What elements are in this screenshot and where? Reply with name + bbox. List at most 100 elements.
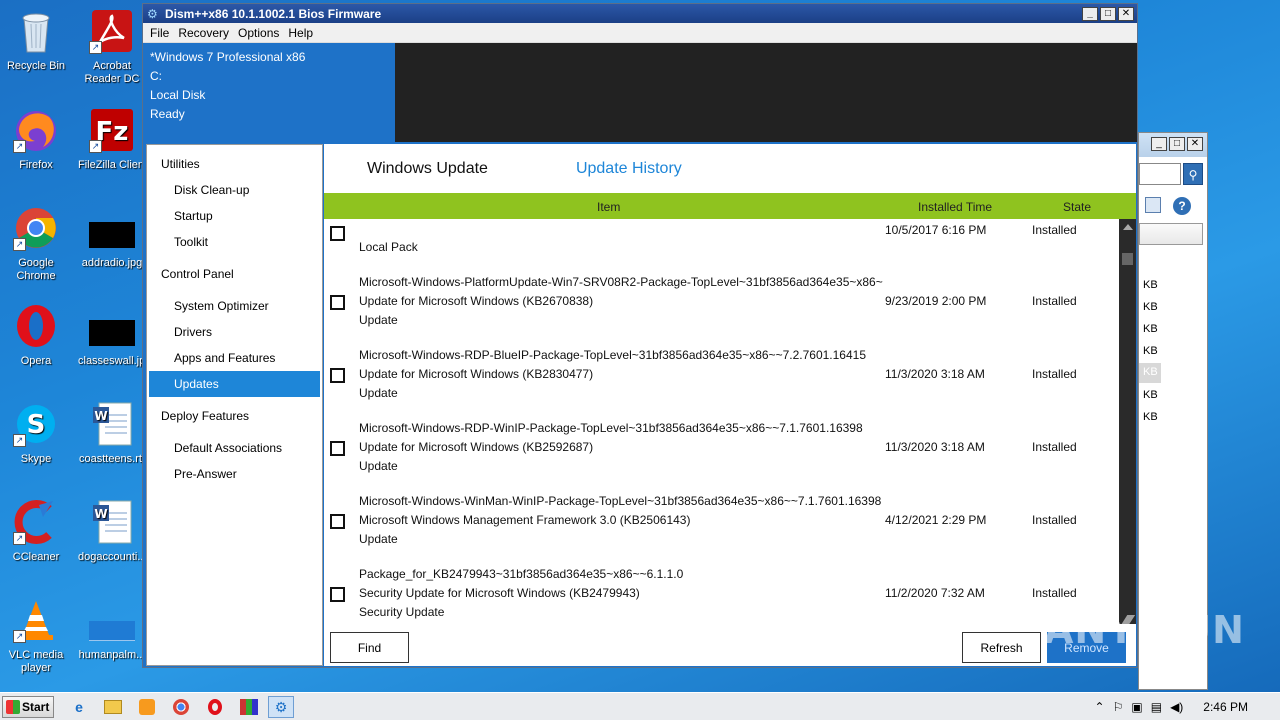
desktop-icon-firefox[interactable]: ↗ Firefox bbox=[1, 103, 71, 189]
column-header-installed-time[interactable]: Installed Time bbox=[918, 200, 992, 214]
maximize-button[interactable]: □ bbox=[1100, 6, 1116, 21]
media-player-icon[interactable] bbox=[134, 696, 160, 718]
file-size: KB bbox=[1143, 411, 1158, 423]
bg-search-input[interactable] bbox=[1139, 163, 1181, 185]
installed-time: 4/12/2021 2:29 PM bbox=[885, 513, 987, 527]
chrome-icon[interactable] bbox=[168, 696, 194, 718]
table-row[interactable]: Package_for_KB2479943~31bf3856ad364e35~x… bbox=[324, 560, 1119, 624]
desktop-icon-coastteens[interactable]: W coastteens.rtf bbox=[77, 397, 147, 483]
row-checkbox[interactable] bbox=[330, 368, 345, 383]
sidebar-item-disk-cleanup[interactable]: Disk Clean-up bbox=[147, 177, 322, 203]
ie-icon[interactable]: e bbox=[66, 696, 92, 718]
tab-update-history[interactable]: Update History bbox=[576, 160, 682, 178]
bg-column-header[interactable] bbox=[1139, 223, 1203, 245]
explorer-icon[interactable] bbox=[100, 696, 126, 718]
menu-options[interactable]: Options bbox=[235, 26, 285, 40]
file-size: KB bbox=[1139, 363, 1161, 383]
dism-window[interactable]: ⚙ Dism++x86 10.1.1002.1 Bios Firmware _ … bbox=[142, 3, 1138, 668]
tab-windows-update[interactable]: Windows Update bbox=[367, 160, 488, 178]
desktop-icon-ccleaner[interactable]: ↗ CCleaner bbox=[1, 495, 71, 581]
table-row[interactable]: Microsoft-Windows-WinMan-WinIP-Package-T… bbox=[324, 487, 1119, 560]
row-checkbox[interactable] bbox=[330, 441, 345, 456]
sidebar-item-startup[interactable]: Startup bbox=[147, 203, 322, 229]
opera-icon[interactable] bbox=[202, 696, 228, 718]
layout-pane-icon[interactable] bbox=[1145, 197, 1161, 213]
desktop-icon-opera[interactable]: Opera bbox=[1, 299, 71, 385]
menu-file[interactable]: File bbox=[147, 26, 175, 40]
scroll-up-arrow-icon[interactable] bbox=[1123, 224, 1133, 230]
sidebar-category-utilities[interactable]: Utilities bbox=[147, 151, 322, 177]
gear-icon: ⚙ bbox=[147, 6, 158, 21]
sidebar-item-apps-and-features[interactable]: Apps and Features bbox=[147, 345, 322, 371]
image-file-icon bbox=[89, 597, 135, 643]
window-titlebar[interactable]: ⚙ Dism++x86 10.1.1002.1 Bios Firmware _ … bbox=[143, 4, 1137, 23]
flag-icon[interactable]: ⚐ bbox=[1113, 700, 1124, 714]
desktop-icon-dogaccounting[interactable]: W dogaccounti... bbox=[77, 495, 147, 581]
shortcut-arrow-icon: ↗ bbox=[89, 140, 102, 153]
sidebar-category-deploy-features[interactable]: Deploy Features bbox=[147, 403, 322, 429]
sidebar-item-updates[interactable]: Updates bbox=[149, 371, 320, 397]
table-row[interactable]: Local Pack 10/5/2017 6:16 PM Installed bbox=[324, 219, 1119, 258]
word-document-icon: W bbox=[89, 401, 135, 447]
search-icon[interactable]: ⚲ bbox=[1183, 163, 1203, 185]
table-row[interactable]: Microsoft-Windows-RDP-BlueIP-Package-Top… bbox=[324, 341, 1119, 414]
disk-name: Local Disk bbox=[150, 88, 206, 102]
desktop-icon-skype[interactable]: S ↗ Skype bbox=[1, 397, 71, 483]
help-icon[interactable]: ? bbox=[1173, 197, 1191, 215]
installed-time: 11/3/2020 3:18 AM bbox=[885, 367, 985, 381]
find-button[interactable]: Find bbox=[330, 632, 409, 663]
desktop-icon-recycle-bin[interactable]: Recycle Bin bbox=[1, 4, 71, 90]
archive-icon[interactable] bbox=[236, 696, 262, 718]
column-header-state[interactable]: State bbox=[1063, 200, 1091, 214]
desktop-icon-chrome[interactable]: ↗ Google Chrome bbox=[1, 201, 71, 287]
sidebar-item-system-optimizer[interactable]: System Optimizer bbox=[147, 293, 322, 319]
dism-taskbar-icon[interactable]: ⚙ bbox=[268, 696, 294, 718]
row-checkbox[interactable] bbox=[330, 295, 345, 310]
refresh-button[interactable]: Refresh bbox=[962, 632, 1041, 663]
tray-expand-icon[interactable]: ⌃ bbox=[1095, 700, 1105, 714]
bg-close-button[interactable]: ✕ bbox=[1187, 137, 1203, 151]
row-checkbox[interactable] bbox=[330, 514, 345, 529]
sidebar-item-pre-answer[interactable]: Pre-Answer bbox=[147, 461, 322, 487]
sidebar-item-default-associations[interactable]: Default Associations bbox=[147, 435, 322, 461]
clock[interactable]: 2:46 PM bbox=[1203, 700, 1248, 714]
word-document-icon: W bbox=[89, 499, 135, 545]
recycle-bin-icon bbox=[13, 8, 59, 54]
file-size: KB bbox=[1143, 279, 1158, 291]
sidebar-category-control-panel[interactable]: Control Panel bbox=[147, 261, 322, 287]
installed-time: 9/23/2019 2:00 PM bbox=[885, 294, 987, 308]
background-explorer-window[interactable]: _ □ ✕ ⚲ ? KB KB KB KB KB KB KB bbox=[1138, 132, 1208, 690]
desktop-icon-classeswall[interactable]: classeswall.jpg bbox=[77, 299, 147, 385]
column-header-item[interactable]: Item bbox=[597, 200, 620, 214]
table-row[interactable]: Microsoft-Windows-RDP-WinIP-Package-TopL… bbox=[324, 414, 1119, 487]
menu-recovery[interactable]: Recovery bbox=[175, 26, 235, 40]
svg-text:W: W bbox=[94, 409, 107, 423]
taskbar: Start e ⚙ ⌃ ⚐ ▣ ▤ ◀) 2:46 PM bbox=[0, 692, 1280, 720]
session-info[interactable]: *Windows 7 Professional x86 C: Local Dis… bbox=[143, 43, 395, 142]
menu-help[interactable]: Help bbox=[285, 26, 319, 40]
close-button[interactable]: ✕ bbox=[1118, 6, 1134, 21]
minimize-button[interactable]: _ bbox=[1082, 6, 1098, 21]
desktop-icon-filezilla[interactable]: Fz ↗ FileZilla Client bbox=[77, 103, 147, 189]
vertical-scrollbar[interactable] bbox=[1119, 219, 1136, 624]
sidebar-item-toolkit[interactable]: Toolkit bbox=[147, 229, 322, 255]
desktop-icon-acrobat[interactable]: ↗ Acrobat Reader DC bbox=[77, 4, 147, 90]
network-icon[interactable]: ▣ bbox=[1131, 700, 1142, 714]
session-header: *Windows 7 Professional x86 C: Local Dis… bbox=[143, 43, 1137, 142]
desktop-icon-humanpalm[interactable]: humanpalm... bbox=[77, 593, 147, 679]
desktop-icon-vlc[interactable]: ↗ VLC media player bbox=[1, 593, 71, 679]
volume-icon[interactable]: ◀) bbox=[1170, 700, 1183, 714]
desktop-icon-addradio[interactable]: addradio.jpg bbox=[77, 201, 147, 287]
scrollbar-thumb[interactable] bbox=[1122, 253, 1133, 265]
table-row[interactable]: Microsoft-Windows-PlatformUpdate-Win7-SR… bbox=[324, 268, 1119, 341]
start-button[interactable]: Start bbox=[2, 696, 54, 718]
row-checkbox[interactable] bbox=[330, 226, 345, 241]
bg-maximize-button[interactable]: □ bbox=[1169, 137, 1185, 151]
row-checkbox[interactable] bbox=[330, 587, 345, 602]
security-icon[interactable]: ▤ bbox=[1151, 700, 1162, 714]
bg-minimize-button[interactable]: _ bbox=[1151, 137, 1167, 151]
bg-window-titlebar[interactable]: _ □ ✕ bbox=[1139, 133, 1207, 157]
update-state: Installed bbox=[1032, 586, 1077, 600]
firefox-icon: ↗ bbox=[13, 107, 59, 153]
sidebar-item-drivers[interactable]: Drivers bbox=[147, 319, 322, 345]
